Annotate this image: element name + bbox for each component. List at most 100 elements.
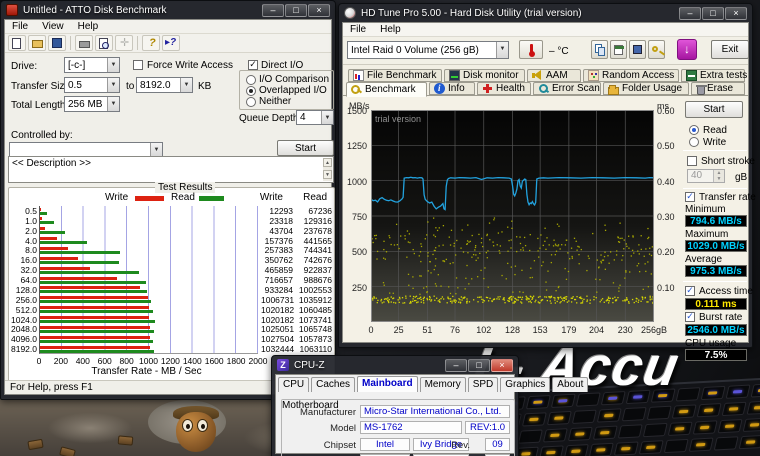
description-scrollbar[interactable]: ▲▼ <box>323 158 332 181</box>
atto-titlebar[interactable]: Untitled - ATTO Disk Benchmark – □ × <box>4 1 332 19</box>
chevron-down-icon[interactable]: ▼ <box>150 143 162 156</box>
tab-about[interactable]: About <box>552 377 588 392</box>
save-button[interactable] <box>629 40 646 59</box>
cpuz-maximize-button[interactable]: □ <box>468 359 490 372</box>
tab-benchmark[interactable]: Benchmark <box>346 82 427 97</box>
read-radio[interactable] <box>689 125 699 135</box>
context-help-button[interactable]: ▸? <box>162 35 180 51</box>
scroll-down-icon[interactable]: ▼ <box>323 170 332 179</box>
burst-rate-checkbox[interactable] <box>685 312 695 322</box>
stepper-down-icon[interactable]: ▼ <box>714 176 724 182</box>
direct-io-checkbox[interactable] <box>248 60 258 70</box>
overlapped-io-radio[interactable] <box>246 86 256 96</box>
hdtune-close-button[interactable]: × <box>725 7 747 20</box>
copy-button[interactable] <box>591 40 608 59</box>
average-value: 975.3 MB/s <box>685 265 747 277</box>
tab-file-benchmark[interactable]: File Benchmark <box>348 69 442 82</box>
hdtune-maximize-button[interactable]: □ <box>702 7 724 20</box>
x-axis-tick-label: 128 <box>498 325 528 335</box>
scroll-up-icon[interactable]: ▲ <box>323 158 332 167</box>
hdtune-drive-select[interactable]: Intel Raid 0 Volume (256 gB)▼ <box>347 41 509 59</box>
transfer-rate-checkbox[interactable] <box>685 192 695 202</box>
force-write-access-checkbox[interactable] <box>133 60 143 70</box>
write-value: 1020182 <box>261 306 293 315</box>
description-box[interactable]: << Description >> ▲▼ <box>8 156 334 183</box>
result-size-label: 4.0 <box>11 237 37 246</box>
io-mode-groupbox: I/O Comparison Overlapped I/O Neither <box>239 70 334 110</box>
atto-minimize-button[interactable]: – <box>262 4 284 17</box>
cpuz-minimize-button[interactable]: – <box>445 359 467 372</box>
options-button[interactable] <box>648 40 665 59</box>
short-stroke-checkbox[interactable] <box>687 156 697 166</box>
hdtune-menu-help[interactable]: Help <box>373 24 408 35</box>
keyboard-key <box>547 411 572 425</box>
tab-spd[interactable]: SPD <box>468 377 499 392</box>
print-button[interactable] <box>75 35 93 51</box>
cpuz-titlebar[interactable]: Z CPU-Z – □ × <box>275 356 515 374</box>
help-button[interactable]: ? <box>142 35 160 51</box>
move-icon: ✛ <box>120 37 129 49</box>
tab-erase[interactable]: Erase <box>691 82 745 95</box>
chevron-down-icon[interactable]: ▼ <box>180 78 192 92</box>
cpuz-close-button[interactable]: × <box>491 359 513 372</box>
cpuz-client-area: CPU Caches Mainboard Memory SPD Graphics… <box>275 374 515 454</box>
tab-health[interactable]: Health <box>477 82 531 95</box>
start-button[interactable]: Start <box>277 140 334 156</box>
hdtune-minimize-button[interactable]: – <box>679 7 701 20</box>
tab-folder-usage[interactable]: Folder Usage <box>603 82 689 95</box>
temperature-button[interactable] <box>519 40 543 59</box>
tab-info[interactable]: Info <box>429 82 475 95</box>
tab-cpu[interactable]: CPU <box>278 377 309 392</box>
transfer-size-from-select[interactable]: 0.5▼ <box>64 77 120 93</box>
extra-tests-icon <box>686 70 697 81</box>
access-time-checkbox[interactable] <box>685 286 695 296</box>
tab-extra-tests[interactable]: Extra tests <box>681 69 745 82</box>
write-value: 257383 <box>261 246 293 255</box>
short-stroke-size-stepper[interactable]: 40 ▲▼ <box>687 169 725 183</box>
tab-random-access[interactable]: Random Access <box>583 69 679 82</box>
drive-select[interactable]: [-c-]▼ <box>64 57 120 73</box>
atto-menu-help[interactable]: Help <box>71 21 106 32</box>
total-length-select[interactable]: 256 MB▼ <box>64 96 120 112</box>
chevron-down-icon[interactable]: ▼ <box>107 78 119 92</box>
exit-button[interactable]: Exit <box>711 40 749 59</box>
chevron-down-icon[interactable]: ▼ <box>496 42 508 58</box>
open-file-button[interactable] <box>28 35 46 51</box>
save-button[interactable] <box>48 35 66 51</box>
atto-menu-view[interactable]: View <box>35 21 71 32</box>
tab-disk-monitor[interactable]: Disk monitor <box>444 69 525 82</box>
tab-memory[interactable]: Memory <box>420 377 466 392</box>
print-preview-button[interactable] <box>95 35 113 51</box>
tab-mainboard[interactable]: Mainboard <box>357 376 418 392</box>
chevron-down-icon[interactable]: ▼ <box>107 97 119 111</box>
access-time-label: Access time <box>699 286 753 297</box>
neither-radio[interactable] <box>246 97 256 107</box>
queue-depth-select[interactable]: 4▼ <box>296 110 334 125</box>
write-value: 350762 <box>261 256 293 265</box>
tab-aam[interactable]: AAM <box>527 69 581 82</box>
tab-caches[interactable]: Caches <box>311 377 355 392</box>
tab-graphics[interactable]: Graphics <box>500 377 550 392</box>
hdtune-titlebar[interactable]: HD Tune Pro 5.00 - Hard Disk Utility (tr… <box>342 4 749 22</box>
write-radio[interactable] <box>689 137 699 147</box>
new-file-button[interactable] <box>8 35 26 51</box>
keyboard-key <box>739 435 760 449</box>
y-axis-right-tick-label: 0.10 <box>657 283 681 293</box>
controlled-by-select[interactable]: ▼ <box>9 142 163 157</box>
hdtune-start-button[interactable]: Start <box>685 101 743 118</box>
hdtune-menu-file[interactable]: File <box>343 24 373 35</box>
chevron-down-icon[interactable]: ▼ <box>107 58 119 72</box>
download-update-button[interactable]: ↓ <box>677 39 697 60</box>
atto-client-area: File View Help ✛ ? ▸? Drive: [-c-]▼ <box>4 19 332 395</box>
io-comparison-radio[interactable] <box>246 75 256 85</box>
write-value: 1027504 <box>261 335 293 344</box>
cpuz-window: Z CPU-Z – □ × CPU Caches Mainboard Memor… <box>271 355 519 456</box>
atto-menu-file[interactable]: File <box>5 21 35 32</box>
screenshot-button[interactable] <box>610 40 627 59</box>
chevron-down-icon[interactable]: ▼ <box>321 111 333 124</box>
atto-maximize-button[interactable]: □ <box>285 4 307 17</box>
transfer-size-to-select[interactable]: 8192.0▼ <box>136 77 193 93</box>
move-button[interactable]: ✛ <box>115 35 133 51</box>
atto-close-button[interactable]: × <box>308 4 330 17</box>
tab-error-scan[interactable]: Error Scan <box>533 82 601 95</box>
